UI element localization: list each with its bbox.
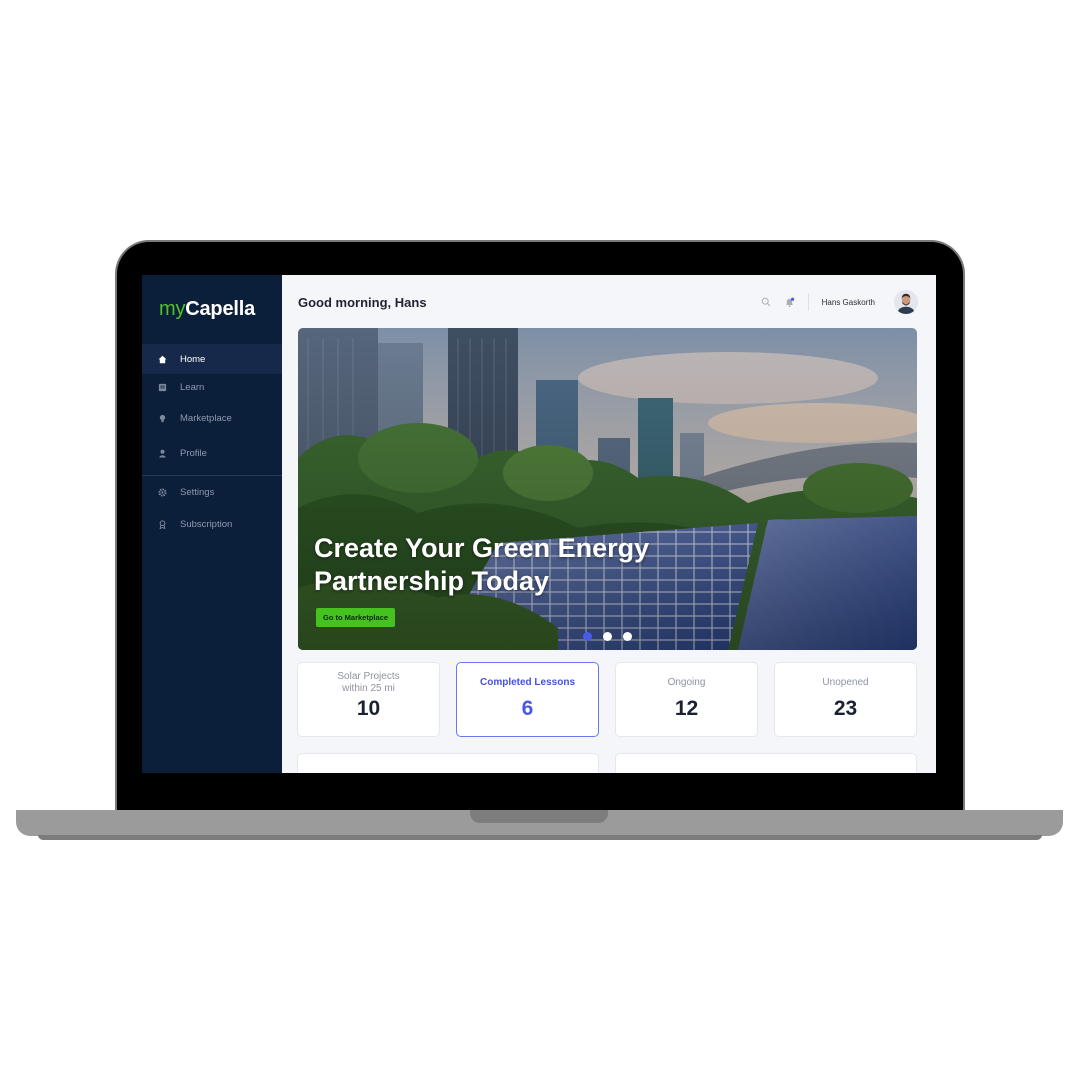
- hero-banner: Create Your Green Energy Partnership Tod…: [298, 328, 917, 650]
- sidebar-item-settings[interactable]: Settings: [142, 477, 282, 507]
- hero-image: [298, 328, 917, 650]
- sidebar-item-label: Learn: [180, 381, 205, 393]
- logo-prefix: my: [159, 298, 186, 320]
- book-icon: [158, 383, 167, 392]
- carousel-dot-3[interactable]: [623, 632, 632, 641]
- avatar[interactable]: [894, 290, 918, 314]
- sidebar-item-label: Subscription: [180, 518, 233, 530]
- content-card-left: [297, 753, 599, 773]
- app-logo[interactable]: myCapella: [159, 298, 255, 321]
- main-content: Good morning, Hans Hans Gaskorth Create …: [282, 275, 936, 773]
- bell-icon[interactable]: [784, 296, 796, 308]
- stat-value: 12: [674, 697, 699, 720]
- home-icon: [158, 355, 167, 364]
- carousel-dots: [583, 632, 643, 641]
- user-icon: [158, 449, 167, 458]
- sidebar-divider: [142, 475, 282, 476]
- app-screen: myCapella Home Learn Marketplace Profile: [142, 275, 936, 773]
- stat-value: 6: [521, 697, 534, 720]
- page-title: Good morning, Hans: [298, 295, 427, 310]
- search-icon[interactable]: [760, 296, 772, 308]
- stat-card-ongoing[interactable]: Ongoing 12: [615, 662, 758, 737]
- topbar-actions: Hans Gaskorth: [760, 290, 918, 314]
- carousel-dot-2[interactable]: [603, 632, 612, 641]
- stat-value: 10: [356, 697, 381, 720]
- sidebar-item-home[interactable]: Home: [142, 344, 282, 374]
- stat-card-completed-lessons[interactable]: Completed Lessons 6: [456, 662, 599, 737]
- sidebar-item-label: Marketplace: [180, 412, 232, 424]
- stat-card-unopened[interactable]: Unopened 23: [774, 662, 917, 737]
- laptop-foot: [38, 835, 1042, 840]
- sidebar: myCapella Home Learn Marketplace Profile: [142, 275, 282, 773]
- gear-icon: [158, 487, 167, 497]
- sidebar-item-learn[interactable]: Learn: [142, 372, 282, 402]
- sidebar-item-profile[interactable]: Profile: [142, 438, 282, 468]
- stat-label: Solar Projects within 25 mi: [337, 671, 400, 694]
- user-name[interactable]: Hans Gaskorth: [822, 298, 875, 307]
- logo-name: Capella: [185, 298, 256, 320]
- stat-card-solar-projects[interactable]: Solar Projects within 25 mi 10: [297, 662, 440, 737]
- go-to-marketplace-button[interactable]: Go to Marketplace: [316, 608, 396, 627]
- stat-label: Unopened: [822, 677, 869, 688]
- stat-value: 23: [833, 697, 858, 720]
- sidebar-item-label: Settings: [180, 486, 215, 498]
- lightbulb-icon: [158, 414, 167, 423]
- laptop-notch: [470, 810, 608, 823]
- topbar-separator: [807, 293, 809, 311]
- stat-label: Ongoing: [667, 677, 706, 688]
- sidebar-item-marketplace[interactable]: Marketplace: [142, 403, 282, 433]
- hero-title: Create Your Green Energy Partnership Tod…: [314, 533, 650, 596]
- badge-icon: [158, 519, 167, 529]
- carousel-dot-1[interactable]: [583, 632, 592, 641]
- sidebar-item-subscription[interactable]: Subscription: [142, 509, 282, 539]
- stat-label: Completed Lessons: [479, 677, 576, 688]
- sidebar-item-label: Profile: [180, 447, 207, 459]
- sidebar-item-label: Home: [180, 353, 206, 365]
- content-card-right: [615, 753, 917, 773]
